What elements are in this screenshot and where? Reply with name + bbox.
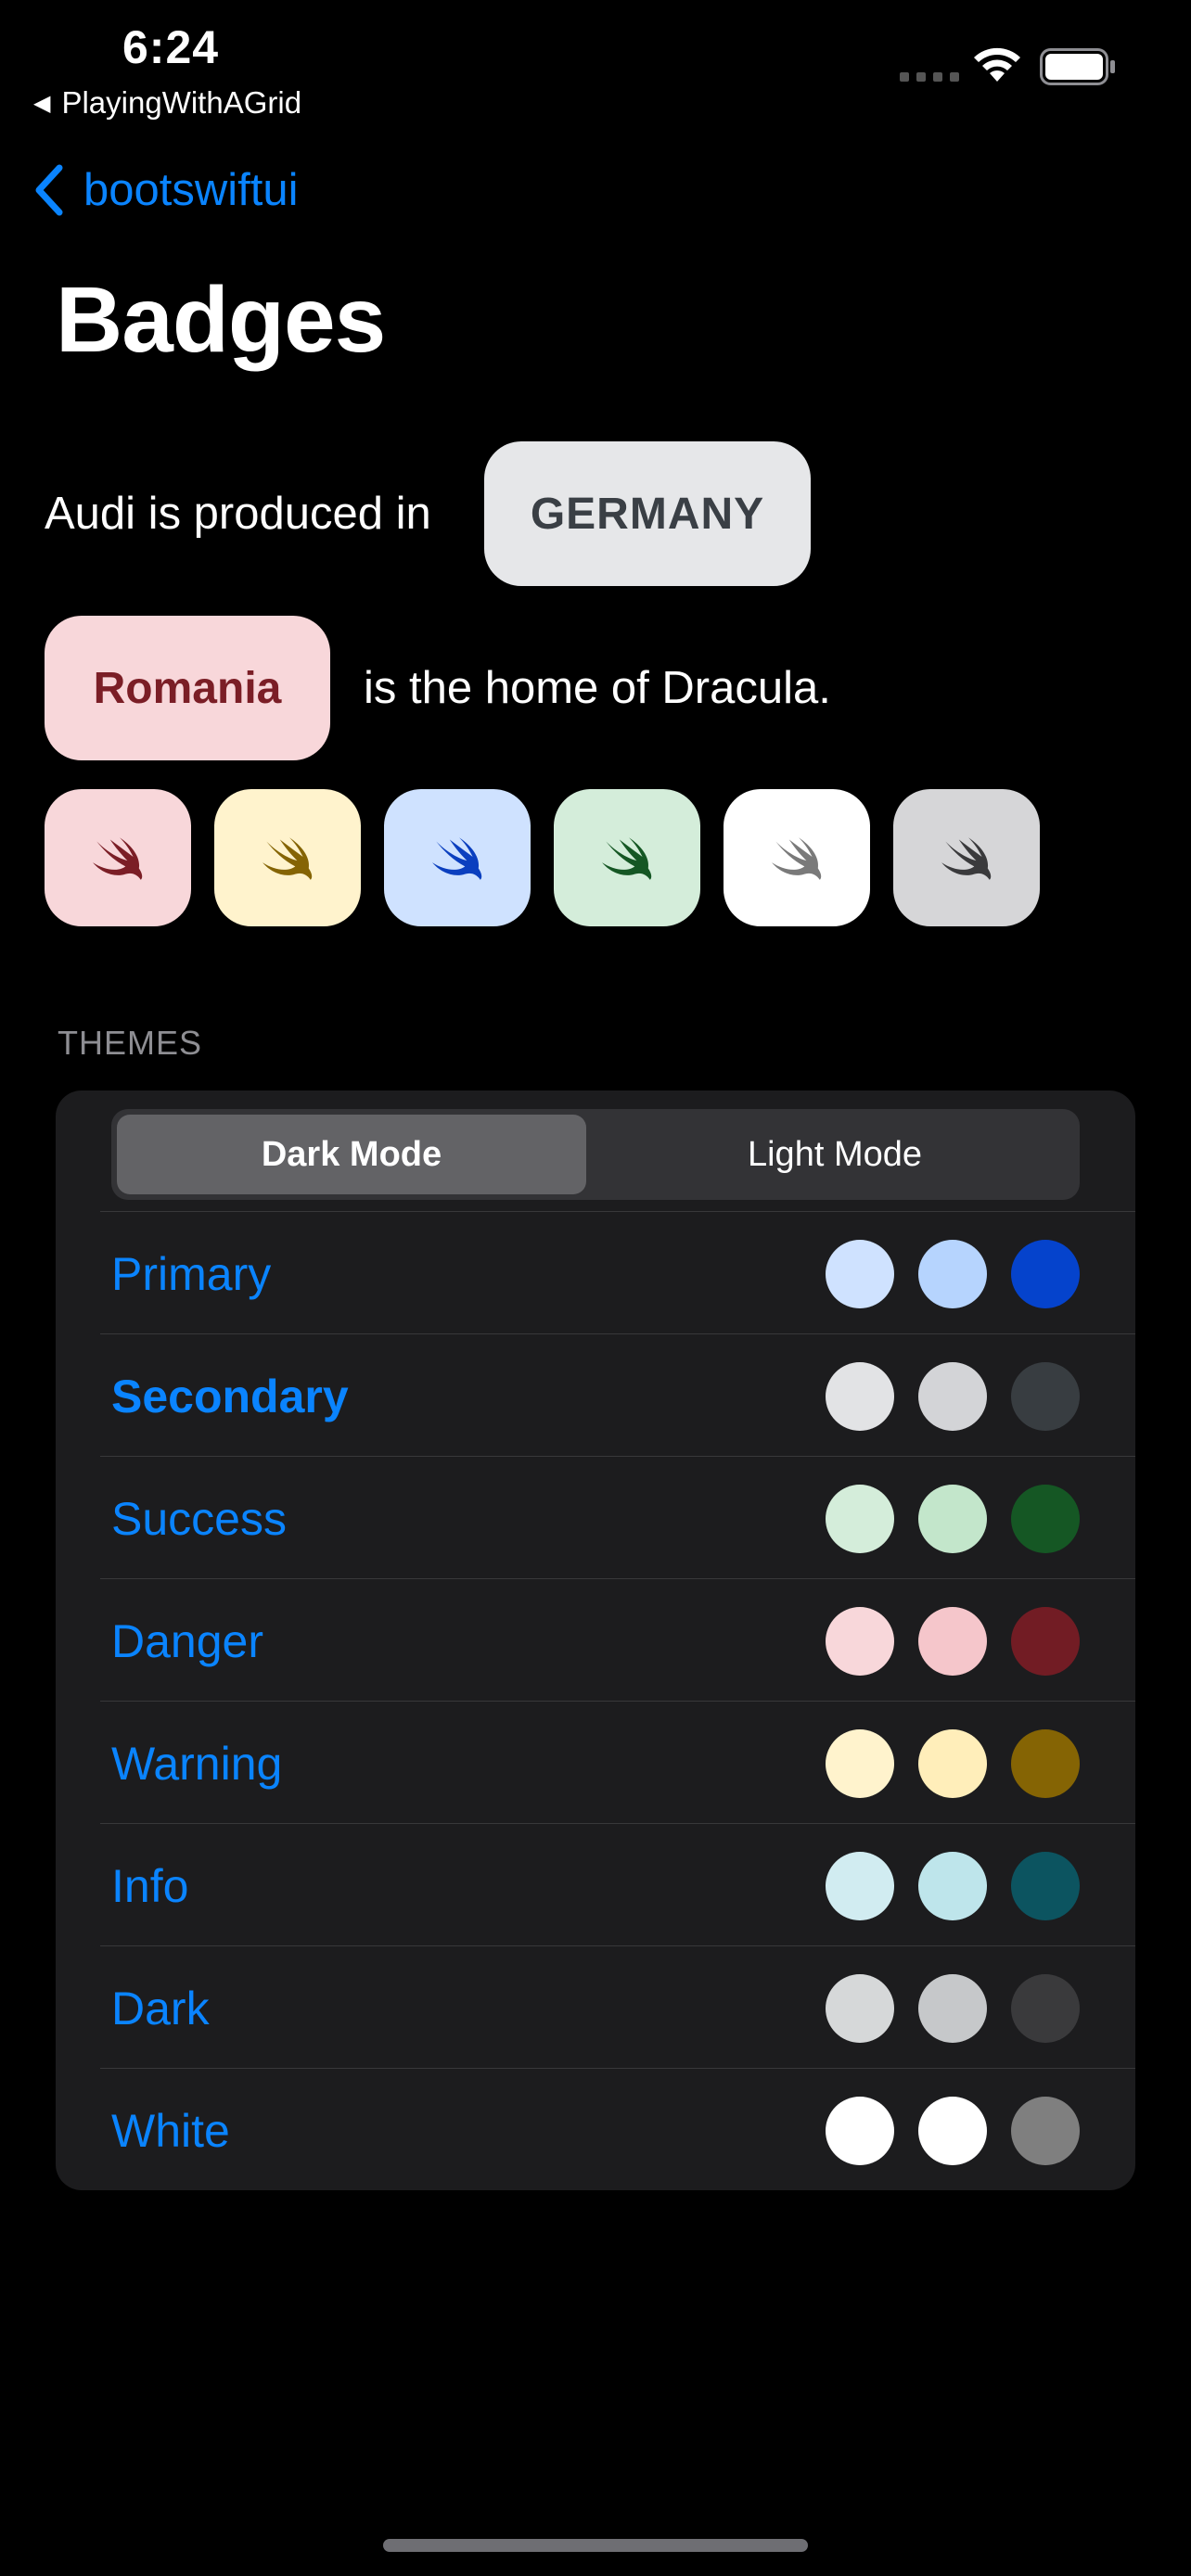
color-swatch <box>918 1485 987 1553</box>
color-swatch <box>826 2097 894 2165</box>
back-app-label: PlayingWithAGrid <box>61 85 302 120</box>
color-swatch <box>918 1607 987 1676</box>
theme-row-label: White <box>111 2105 230 2157</box>
light-mode-segment[interactable]: Light Mode <box>596 1115 1074 1194</box>
theme-row-label: Danger <box>111 1615 263 1667</box>
theme-row-success[interactable]: Success <box>100 1456 1135 1579</box>
nav-back-button[interactable]: bootswiftui <box>32 162 299 218</box>
color-swatch <box>826 1362 894 1431</box>
color-swatch <box>918 1362 987 1431</box>
swift-icon <box>93 837 143 880</box>
color-swatch <box>1011 1852 1080 1920</box>
wifi-icon <box>974 47 1020 82</box>
color-swatch <box>918 1974 987 2043</box>
status-time: 6:24 <box>122 21 220 73</box>
theme-row-label: Info <box>111 1860 189 1912</box>
theme-mode-segmented-control[interactable]: Dark Mode Light Mode <box>111 1109 1080 1200</box>
swift-icon <box>772 837 822 880</box>
color-swatch <box>918 2097 987 2165</box>
back-to-app-link[interactable]: ◀ PlayingWithAGrid <box>33 85 301 121</box>
color-swatch <box>1011 2097 1080 2165</box>
page-title: Badges <box>56 268 386 372</box>
color-swatch <box>1011 1485 1080 1553</box>
theme-row-label: Primary <box>111 1248 272 1300</box>
themes-section-header: THEMES <box>58 1024 203 1062</box>
color-swatch <box>826 1852 894 1920</box>
color-swatch <box>1011 1240 1080 1308</box>
color-swatch <box>1011 1974 1080 2043</box>
swift-icon-badge <box>724 789 870 926</box>
germany-badge: GERMANY <box>484 441 811 586</box>
color-swatch <box>826 1974 894 2043</box>
theme-row-warning[interactable]: Warning <box>100 1701 1135 1824</box>
swift-icon <box>263 837 313 880</box>
battery-icon <box>1040 48 1115 85</box>
swift-icon-badge <box>554 789 700 926</box>
chevron-left-icon <box>35 164 63 216</box>
swift-icon <box>941 837 992 880</box>
theme-row-label: Success <box>111 1493 287 1545</box>
theme-row-info[interactable]: Info <box>100 1823 1135 1946</box>
theme-row-label: Warning <box>111 1738 283 1790</box>
dark-mode-segment[interactable]: Dark Mode <box>117 1115 586 1194</box>
color-swatch <box>918 1852 987 1920</box>
nav-back-label: bootswiftui <box>83 165 299 215</box>
color-swatch <box>1011 1362 1080 1431</box>
swift-icon-badge <box>384 789 531 926</box>
theme-row-danger[interactable]: Danger <box>100 1578 1135 1702</box>
color-swatch <box>1011 1607 1080 1676</box>
swift-icon-badge <box>214 789 361 926</box>
color-swatch <box>826 1607 894 1676</box>
theme-row-primary[interactable]: Primary <box>100 1211 1135 1334</box>
swift-icon-badge <box>893 789 1040 926</box>
color-swatch <box>918 1240 987 1308</box>
swift-icon <box>432 837 482 880</box>
audi-sentence-text: Audi is produced in <box>45 489 431 539</box>
color-swatch <box>826 1240 894 1308</box>
theme-row-label: Secondary <box>111 1371 349 1422</box>
theme-row-label: Dark <box>111 1983 210 2034</box>
romania-badge: Romania <box>45 616 330 760</box>
dracula-sentence-text: is the home of Dracula. <box>364 663 831 713</box>
swift-icon <box>602 837 652 880</box>
home-indicator <box>383 2539 808 2552</box>
cellular-signal-icon <box>900 72 959 82</box>
back-triangle-icon: ◀ <box>33 90 51 116</box>
color-swatch <box>826 1729 894 1798</box>
theme-row-secondary[interactable]: Secondary <box>100 1333 1135 1457</box>
color-swatch <box>826 1485 894 1553</box>
swift-icon-badge <box>45 789 191 926</box>
theme-row-white[interactable]: White <box>100 2068 1135 2191</box>
theme-row-dark[interactable]: Dark <box>100 1945 1135 2069</box>
color-swatch <box>1011 1729 1080 1798</box>
color-swatch <box>918 1729 987 1798</box>
